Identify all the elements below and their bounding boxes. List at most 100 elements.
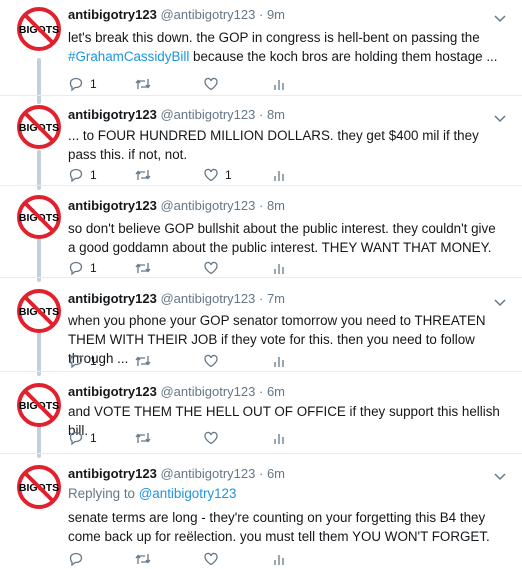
hashtag-link[interactable]: #GrahamCassidyBill <box>68 49 189 64</box>
avatar[interactable]: BIGOTS <box>16 6 62 52</box>
reply-icon <box>69 77 83 92</box>
display-name[interactable]: antibigotry123 <box>68 7 157 22</box>
reply-icon <box>69 431 83 446</box>
reply-count: 1 <box>90 261 97 275</box>
separator-dot: · <box>258 291 264 306</box>
tweet[interactable]: BIGOTS antibigotry123 @antibigotry123 · … <box>0 454 522 569</box>
reply-icon <box>69 354 83 369</box>
separator-dot: · <box>258 384 264 399</box>
avatar[interactable]: BIGOTS <box>16 464 62 510</box>
user-handle[interactable]: @antibigotry123 <box>160 107 255 122</box>
timestamp[interactable]: 6m <box>267 384 285 399</box>
timestamp[interactable]: 8m <box>267 107 285 122</box>
like-icon <box>204 354 218 368</box>
analytics-button[interactable] <box>272 259 286 277</box>
user-handle[interactable]: @antibigotry123 <box>160 198 255 213</box>
no-bigots-icon: BIGOTS <box>17 289 61 333</box>
user-handle[interactable]: @antibigotry123 <box>160 384 255 399</box>
display-name[interactable]: antibigotry123 <box>68 384 157 399</box>
reply-button[interactable]: 1 <box>68 352 97 370</box>
tweet-actions: 1 <box>68 352 308 370</box>
display-name[interactable]: antibigotry123 <box>68 466 157 481</box>
avatar[interactable]: BIGOTS <box>16 288 62 334</box>
like-button[interactable] <box>203 550 225 568</box>
analytics-button[interactable] <box>272 429 286 447</box>
retweet-icon <box>135 79 151 89</box>
tweet-text: let's break this down. the GOP in congre… <box>68 30 498 64</box>
retweet-button[interactable] <box>134 75 158 93</box>
tweet[interactable]: BIGOTS antibigotry123 @antibigotry123 · … <box>0 0 522 96</box>
display-name[interactable]: antibigotry123 <box>68 107 157 122</box>
chevron-down-icon[interactable] <box>494 12 506 24</box>
like-button[interactable]: 1 <box>203 166 232 184</box>
analytics-icon <box>274 171 284 181</box>
chevron-down-icon[interactable] <box>494 296 506 308</box>
tweet-actions: 1 <box>68 259 308 277</box>
reply-button[interactable]: 1 <box>68 75 97 93</box>
tweet[interactable]: BIGOTS antibigotry123 @antibigotry123 · … <box>0 278 522 372</box>
tweet-actions: 1 <box>68 429 308 447</box>
retweet-button[interactable] <box>134 166 158 184</box>
separator-dot: · <box>258 198 264 213</box>
separator-dot: · <box>258 107 264 122</box>
reply-icon <box>69 168 83 183</box>
retweet-button[interactable] <box>134 352 158 370</box>
user-handle[interactable]: @antibigotry123 <box>160 7 255 22</box>
timestamp[interactable]: 8m <box>267 198 285 213</box>
tweet[interactable]: BIGOTS antibigotry123 @antibigotry123 · … <box>0 372 522 454</box>
tweet-text: senate terms are long - they're counting… <box>68 510 490 544</box>
reply-icon <box>69 261 83 276</box>
analytics-button[interactable] <box>272 352 286 370</box>
no-bigots-icon: BIGOTS <box>17 105 61 149</box>
tweet-text: ... to FOUR HUNDRED MILLION DOLLARS. the… <box>68 128 479 162</box>
analytics-button[interactable] <box>272 75 286 93</box>
retweet-button[interactable] <box>134 550 158 568</box>
reply-count: 1 <box>90 354 97 368</box>
avatar[interactable]: BIGOTS <box>16 194 62 240</box>
like-button[interactable] <box>203 259 225 277</box>
like-button[interactable] <box>203 75 225 93</box>
analytics-icon <box>274 264 284 274</box>
avatar[interactable]: BIGOTS <box>16 382 62 428</box>
user-handle[interactable]: @antibigotry123 <box>160 466 255 481</box>
display-name[interactable]: antibigotry123 <box>68 198 157 213</box>
replying-to-link[interactable]: @antibigotry123 <box>139 486 237 501</box>
retweet-icon <box>135 263 151 273</box>
tweet[interactable]: BIGOTS antibigotry123 @antibigotry123 · … <box>0 96 522 186</box>
replying-to: Replying to @antibigotry123 <box>68 486 237 501</box>
retweet-icon <box>135 554 151 564</box>
like-button[interactable] <box>203 429 225 447</box>
retweet-icon <box>135 356 151 366</box>
timestamp[interactable]: 7m <box>267 291 285 306</box>
tweet-header: antibigotry123 @antibigotry123 · 6m <box>68 384 285 399</box>
reply-button[interactable]: 1 <box>68 259 97 277</box>
analytics-button[interactable] <box>272 166 286 184</box>
tweet-actions: 1 <box>68 75 308 93</box>
reply-button[interactable]: 1 <box>68 166 97 184</box>
display-name[interactable]: antibigotry123 <box>68 291 157 306</box>
reply-button[interactable] <box>68 550 90 568</box>
chevron-down-icon[interactable] <box>494 470 506 482</box>
like-icon <box>204 168 218 182</box>
chevron-down-icon[interactable] <box>494 112 506 124</box>
tweet-header: antibigotry123 @antibigotry123 · 6m <box>68 466 285 481</box>
tweet-header: antibigotry123 @antibigotry123 · 8m <box>68 107 285 122</box>
retweet-button[interactable] <box>134 429 158 447</box>
avatar[interactable]: BIGOTS <box>16 104 62 150</box>
reply-button[interactable]: 1 <box>68 429 97 447</box>
timestamp[interactable]: 6m <box>267 466 285 481</box>
retweet-button[interactable] <box>134 259 158 277</box>
user-handle[interactable]: @antibigotry123 <box>160 291 255 306</box>
analytics-button[interactable] <box>272 550 286 568</box>
separator-dot: · <box>258 466 264 481</box>
like-count: 1 <box>225 168 232 182</box>
like-button[interactable] <box>203 352 225 370</box>
analytics-icon <box>274 80 284 90</box>
like-icon <box>204 431 218 445</box>
tweet[interactable]: BIGOTS antibigotry123 @antibigotry123 · … <box>0 186 522 278</box>
retweet-icon <box>135 433 151 443</box>
like-icon <box>204 261 218 275</box>
tweet-actions <box>68 550 308 568</box>
tweet-header: antibigotry123 @antibigotry123 · 8m <box>68 198 285 213</box>
timestamp[interactable]: 9m <box>267 7 285 22</box>
